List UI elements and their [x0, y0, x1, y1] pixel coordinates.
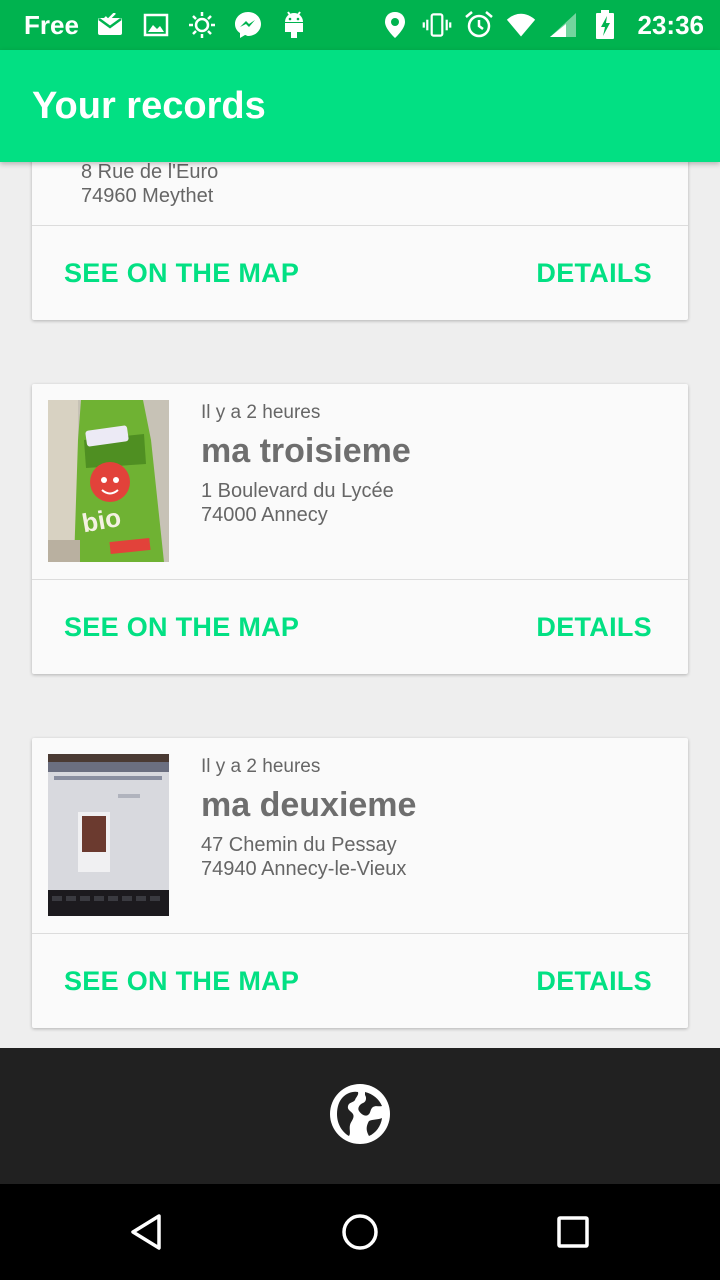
home-icon[interactable]: [330, 1202, 390, 1262]
details-button[interactable]: DETAILS: [536, 612, 652, 643]
globe-icon[interactable]: [329, 1083, 391, 1150]
image-icon: [141, 10, 171, 40]
record-address-line1: 8 Rue de l'Euro: [81, 162, 219, 183]
record-address-line2: 74960 Meythet: [81, 185, 214, 207]
carrier-name: Free: [24, 9, 79, 40]
mail-icon: [95, 10, 125, 40]
back-icon[interactable]: [117, 1202, 177, 1262]
card-actions: SEE ON THE MAP DETAILS: [32, 934, 688, 1028]
app-bar: Your records: [0, 50, 720, 162]
record-title: ma deuxieme: [201, 786, 417, 824]
clock: 23:36: [637, 9, 705, 40]
see-on-map-button[interactable]: SEE ON THE MAP: [64, 612, 299, 643]
record-time: Il y a 2 heures: [201, 756, 321, 777]
details-button[interactable]: DETAILS: [536, 966, 652, 997]
record-photo[interactable]: [48, 754, 169, 916]
record-time: Il y a 2 heures: [201, 402, 321, 423]
location-icon: [380, 10, 410, 40]
records-list[interactable]: 8 Rue de l'Euro 74960 Meythet SEE ON THE…: [0, 162, 720, 1048]
card-actions: SEE ON THE MAP DETAILS: [32, 580, 688, 674]
bottom-bar: [0, 1048, 720, 1184]
vibrate-icon: [422, 10, 452, 40]
wifi-icon: [506, 10, 536, 40]
page-title: Your records: [32, 84, 266, 127]
card-text: 8 Rue de l'Euro 74960 Meythet: [81, 162, 218, 208]
card-text: Il y a 2 heures ma deuxieme 47 Chemin du…: [201, 756, 416, 881]
record-photo[interactable]: bio: [48, 400, 169, 562]
status-bar: Free 23:36: [0, 0, 720, 50]
card-body[interactable]: 8 Rue de l'Euro 74960 Meythet: [32, 162, 688, 225]
card-actions: SEE ON THE MAP DETAILS: [32, 226, 688, 320]
navigation-bar: [0, 1184, 720, 1280]
record-address-line1: 47 Chemin du Pessay: [201, 834, 397, 856]
battery-charging-icon: [590, 10, 620, 40]
see-on-map-button[interactable]: SEE ON THE MAP: [64, 966, 299, 997]
record-card: bio Il y a 2 heures ma troisieme 1 Boule…: [32, 384, 688, 674]
alarm-icon: [464, 10, 494, 40]
record-address-line2: 74940 Annecy-le-Vieux: [201, 858, 407, 880]
record-address-line1: 1 Boulevard du Lycée: [201, 480, 394, 502]
record-address-line2: 74000 Annecy: [201, 504, 328, 526]
signal-icon: [548, 10, 578, 40]
record-title: ma troisieme: [201, 432, 411, 470]
record-card: Il y a 2 heures ma deuxieme 47 Chemin du…: [32, 738, 688, 1028]
brightness-icon: [187, 10, 217, 40]
card-body[interactable]: bio Il y a 2 heures ma troisieme 1 Boule…: [32, 384, 688, 579]
android-icon: [279, 10, 309, 40]
record-card: 8 Rue de l'Euro 74960 Meythet SEE ON THE…: [32, 162, 688, 320]
card-text: Il y a 2 heures ma troisieme 1 Boulevard…: [201, 402, 411, 527]
messenger-icon: [233, 10, 263, 40]
details-button[interactable]: DETAILS: [536, 258, 652, 289]
recents-icon[interactable]: [543, 1202, 603, 1262]
card-body[interactable]: Il y a 2 heures ma deuxieme 47 Chemin du…: [32, 738, 688, 933]
see-on-map-button[interactable]: SEE ON THE MAP: [64, 258, 299, 289]
